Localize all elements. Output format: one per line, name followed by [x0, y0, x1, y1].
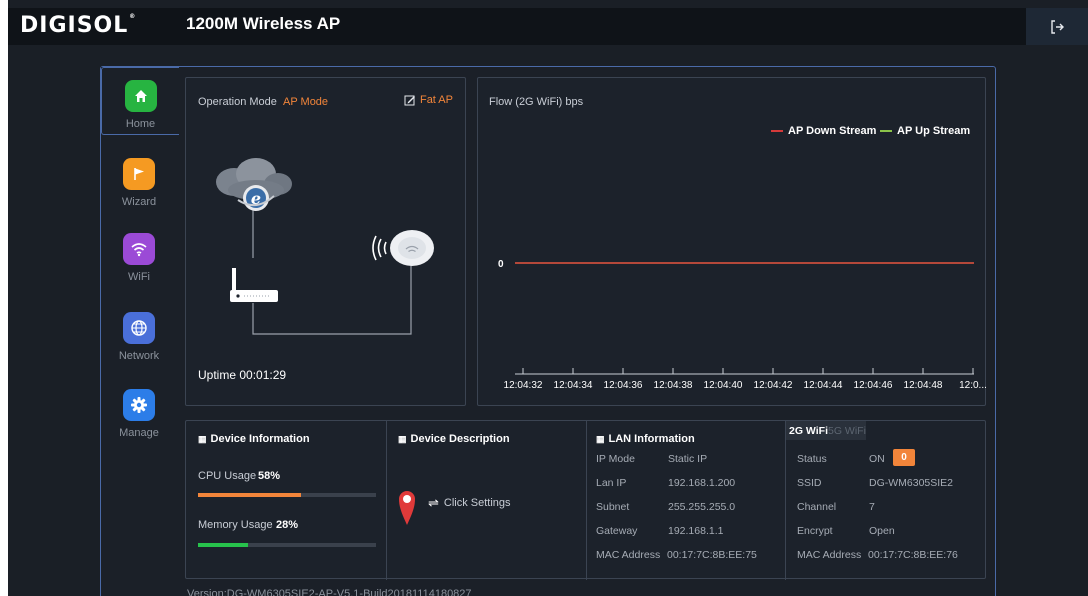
divider: [586, 421, 587, 580]
location-pin-icon: [399, 491, 415, 525]
wifi-row-value: Open: [869, 525, 895, 537]
x-tick-label: 12:0...: [959, 380, 987, 391]
wifi-row-value: 7: [869, 501, 875, 513]
sidebar-item-label: Network: [118, 350, 160, 362]
logout-icon: [1051, 19, 1064, 34]
lan-row-label: Gateway: [596, 525, 638, 537]
uptime-value: 00:01:29: [239, 368, 287, 382]
sidebar-item-network[interactable]: Network: [101, 300, 177, 368]
globe-icon: [123, 312, 155, 344]
access-point-icon: [372, 230, 434, 266]
wifi-row-value: 00:17:7C:8B:EE:76: [868, 549, 958, 561]
info-icon: ▦: [198, 433, 207, 444]
logout-button[interactable]: [1026, 8, 1088, 45]
sidebar-item-label: Home: [125, 118, 156, 130]
sidebar-item-label: Manage: [119, 427, 159, 439]
lan-row-label: MAC Address: [596, 549, 661, 561]
sidebar-item-label: WiFi: [128, 271, 150, 283]
x-tick-label: 12:04:42: [754, 380, 793, 391]
cpu-usage-value: 58%: [258, 470, 281, 482]
sidebar-item-label: Wizard: [121, 196, 157, 208]
edit-icon: [404, 95, 415, 106]
click-settings-link[interactable]: ⇌ Click Settings: [428, 495, 511, 511]
x-tick-label: 12:04:40: [704, 380, 743, 391]
fat-ap-link[interactable]: Fat AP: [404, 94, 453, 106]
cpu-usage-bar-fill: [198, 493, 302, 497]
y-tick-label: 0: [498, 259, 504, 270]
app-frame: DIGISOL® 1200M Wireless AP Home Wizard W…: [8, 0, 1088, 596]
lan-row-label: Subnet: [596, 501, 630, 513]
x-tick-label: 12:04:46: [854, 380, 893, 391]
device-info-title: ▦ Device Information: [198, 433, 310, 445]
cpu-usage-bar: [198, 493, 376, 497]
wifi-row-label: Channel: [797, 501, 837, 513]
lan-row-value: 192.168.1.200: [668, 477, 736, 489]
x-tick-label: 12:04:32: [504, 380, 543, 391]
x-tick-label: 12:04:48: [904, 380, 943, 391]
info-icon: ▦: [398, 433, 407, 444]
wifi-status-label: Status: [797, 453, 827, 465]
wifi-status-count-badge: 0: [893, 449, 915, 466]
memory-usage-bar: [198, 543, 376, 547]
wifi-icon: [123, 233, 155, 265]
cloud-internet-icon: e: [216, 158, 292, 211]
sidebar-item-home[interactable]: Home: [101, 67, 179, 135]
sidebar-item-manage[interactable]: Manage: [101, 377, 177, 445]
memory-usage-label: Memory Usage: [198, 519, 273, 531]
wifi-row-label: MAC Address: [797, 549, 862, 561]
sidebar: Home Wizard WiFi Network Manage: [101, 67, 184, 596]
lan-row-value: 255.255.255.0: [668, 501, 736, 513]
brand-logo: DIGISOL®: [20, 13, 137, 38]
uptime: Uptime 00:01:29: [198, 368, 287, 382]
flow-chart: 0 12:04:32 12:04:34 12:04:36 12:04:38 12:04:4…: [498, 259, 987, 391]
wifi-row-label: SSID: [797, 477, 822, 489]
divider: [785, 421, 786, 580]
wifi-status-value: ON: [869, 453, 885, 465]
swap-icon: ⇌: [428, 495, 439, 510]
gear-icon: [123, 389, 155, 421]
lan-row-value: 192.168.1.1: [668, 525, 724, 537]
topology-diagram: e: [216, 158, 434, 335]
lan-row-label: Lan IP: [596, 477, 627, 489]
tab-2g-wifi[interactable]: 2G WiFi: [789, 425, 828, 437]
info-panel: ▦ Device Information CPU Usage 58% Memory…: [185, 420, 986, 580]
router-icon: [230, 268, 278, 302]
wifi-row-label: Encrypt: [797, 525, 833, 537]
lan-row-value: 00:17:7C:8B:EE:75: [667, 549, 757, 561]
firmware-version: Version:DG-WM6305SIE2-AP-V5.1-Build20181…: [187, 588, 472, 596]
x-tick-label: 12:04:34: [554, 380, 593, 391]
lan-info-title: ▦ LAN Information: [596, 433, 695, 445]
lan-row-label: IP Mode: [596, 453, 635, 465]
x-tick-label: 12:04:36: [604, 380, 643, 391]
product-title: 1200M Wireless AP: [186, 14, 341, 33]
flow-chart-panel: Flow (2G WiFi) bps AP Down Stream AP Up …: [477, 77, 987, 406]
cpu-usage-label: CPU Usage: [198, 470, 257, 482]
memory-usage-bar-fill: [198, 543, 248, 547]
info-icon: ▦: [596, 433, 605, 444]
operation-mode-panel: Operation Mode AP Mode Fat AP e Uptime 0…: [185, 77, 466, 406]
wifi-row-value: DG-WM6305SIE2: [869, 477, 954, 489]
lan-row-value: Static IP: [668, 453, 708, 465]
sidebar-item-wifi[interactable]: WiFi: [101, 221, 177, 289]
main-panel: Home Wizard WiFi Network Manage Operatio…: [100, 66, 996, 596]
x-tick-label: 12:04:38: [654, 380, 693, 391]
fat-ap-label: Fat AP: [419, 94, 453, 106]
top-bar: DIGISOL® 1200M Wireless AP: [8, 8, 1088, 45]
memory-usage-value: 28%: [276, 519, 299, 531]
sidebar-item-wizard[interactable]: Wizard: [101, 146, 177, 214]
divider: [386, 421, 387, 580]
home-icon: [124, 80, 157, 112]
operation-mode-value: AP Mode: [283, 96, 329, 108]
tab-5g-wifi[interactable]: 5G WiFi: [828, 425, 866, 437]
flag-icon: [123, 158, 155, 190]
operation-mode-label: Operation Mode: [198, 96, 277, 108]
x-tick-label: 12:04:44: [804, 380, 843, 391]
device-description-title: ▦ Device Description: [398, 433, 510, 445]
